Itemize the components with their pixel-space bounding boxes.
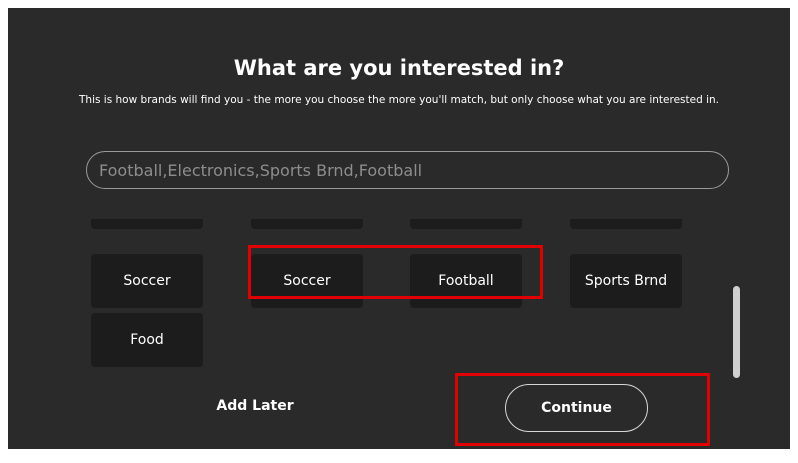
interest-chip-football[interactable]: Football [410,254,522,308]
interests-scrollbar[interactable] [733,218,740,378]
interest-chip[interactable] [570,219,682,229]
interests-search-input[interactable] [86,151,729,189]
page-title: What are you interested in? [233,56,565,80]
interests-modal: What are you interested in? This is how … [8,8,790,449]
interest-chip[interactable] [251,219,363,229]
continue-button[interactable]: Continue [505,384,648,432]
interest-chip-food[interactable]: Food [91,313,203,367]
add-later-link[interactable]: Add Later [195,398,315,414]
interests-grid: Soccer Soccer Football Sports Brnd Food [86,219,726,367]
interest-chip-soccer[interactable]: Soccer [251,254,363,308]
interest-chip-sports-brnd[interactable]: Sports Brnd [570,254,682,308]
interest-chip-soccer[interactable]: Soccer [91,254,203,308]
scrollbar-thumb[interactable] [733,286,740,378]
interest-chip[interactable] [410,219,522,229]
page-subtitle: This is how brands will find you - the m… [79,94,719,106]
interest-chip[interactable] [91,219,203,229]
